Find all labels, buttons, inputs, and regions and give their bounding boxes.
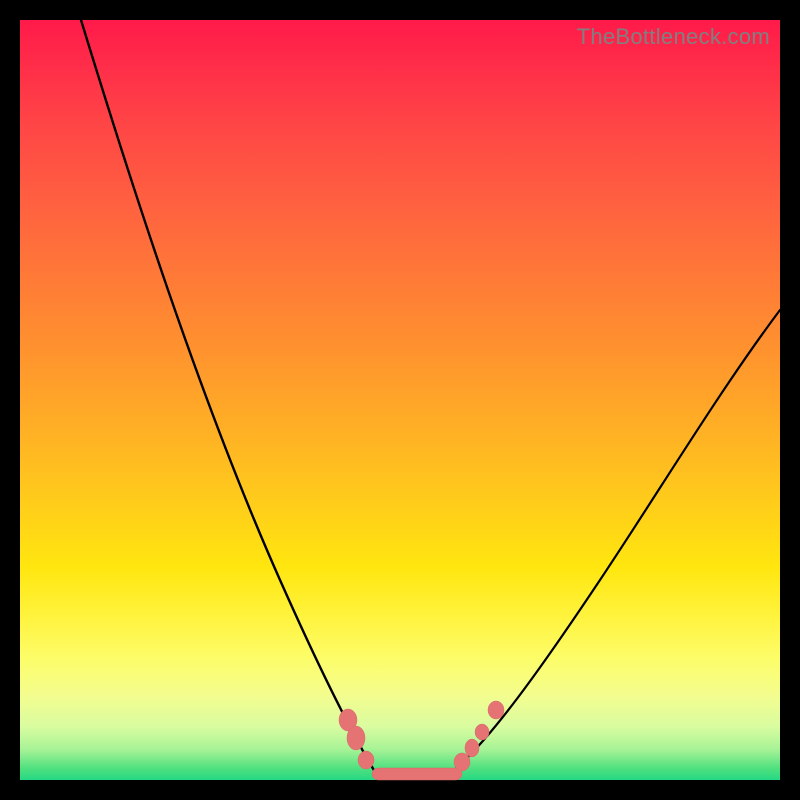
chart-frame: TheBottleneck.com bbox=[0, 0, 800, 800]
marker-dot bbox=[475, 724, 489, 740]
marker-dot bbox=[347, 726, 365, 750]
marker-dot bbox=[488, 701, 504, 719]
curve-left-branch bbox=[81, 20, 375, 772]
marker-dot bbox=[358, 751, 374, 769]
marker-bar bbox=[372, 768, 462, 780]
plot-area: TheBottleneck.com bbox=[20, 20, 780, 780]
curve-layer bbox=[20, 20, 780, 780]
marker-group bbox=[339, 701, 504, 780]
marker-dot bbox=[454, 753, 470, 771]
marker-dot bbox=[465, 739, 479, 757]
curve-right-branch bbox=[452, 310, 780, 772]
